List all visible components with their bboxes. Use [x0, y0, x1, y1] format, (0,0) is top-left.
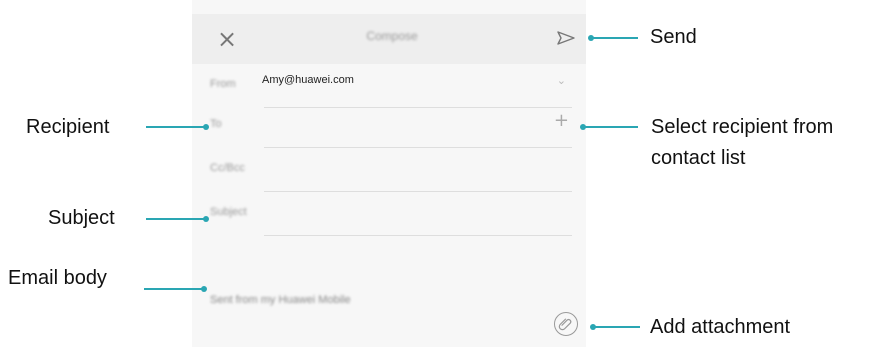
- callout-dot-email-body: [201, 286, 207, 292]
- subject-label: Subject: [210, 206, 247, 218]
- subject-row[interactable]: Subject: [192, 192, 586, 236]
- callout-line-send: [592, 37, 638, 39]
- callout-line-recipient: [146, 126, 206, 128]
- callout-line-attachment: [594, 326, 640, 328]
- compose-screen: × Compose From Amy@huawei.com ⌄ To + Cc/…: [192, 0, 586, 347]
- callout-dot-attachment: [590, 324, 596, 330]
- callout-line-select-recipient: [584, 126, 638, 128]
- chevron-down-icon[interactable]: ⌄: [557, 74, 566, 87]
- from-value[interactable]: Amy@huawei.com: [262, 74, 354, 86]
- callout-select-recipient-line1: Select recipient from: [651, 116, 834, 138]
- callout-dot-select-recipient: [580, 124, 586, 130]
- divider: [264, 235, 572, 236]
- callout-subject: Subject: [48, 207, 115, 229]
- callout-recipient: Recipient: [26, 116, 110, 138]
- callout-send: Send: [650, 26, 697, 48]
- send-icon[interactable]: [556, 28, 576, 48]
- callout-dot-recipient: [203, 124, 209, 130]
- compose-toolbar: × Compose: [192, 14, 586, 64]
- callout-dot-send: [588, 35, 594, 41]
- cc-bcc-row[interactable]: Cc/Bcc: [192, 148, 586, 192]
- to-label: To: [210, 118, 222, 130]
- callout-dot-subject: [203, 216, 209, 222]
- callout-add-attachment: Add attachment: [650, 316, 791, 338]
- callout-line-email-body: [144, 288, 204, 290]
- compose-title: Compose: [366, 29, 418, 43]
- cc-bcc-label: Cc/Bcc: [210, 162, 245, 174]
- callout-select-recipient-line2: contact list: [651, 147, 746, 169]
- paperclip-icon[interactable]: [554, 312, 578, 336]
- to-row[interactable]: To +: [192, 104, 586, 148]
- plus-icon[interactable]: +: [554, 112, 569, 130]
- callout-email-body: Email body: [8, 267, 107, 289]
- close-icon[interactable]: ×: [214, 24, 240, 54]
- from-label: From: [210, 78, 236, 90]
- callout-line-subject: [146, 218, 206, 220]
- email-body-input[interactable]: Sent from my Huawei Mobile: [210, 294, 351, 306]
- from-row: From Amy@huawei.com ⌄: [192, 64, 586, 108]
